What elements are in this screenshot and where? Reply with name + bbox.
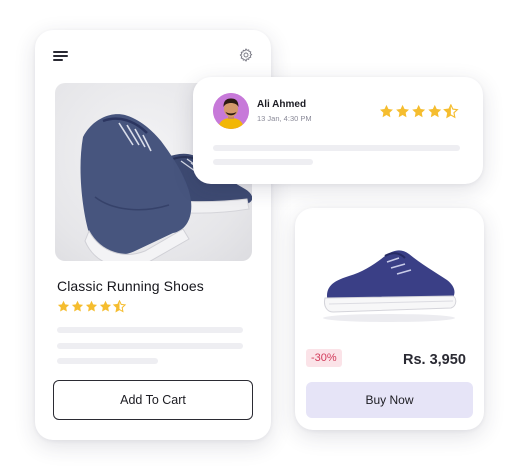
star-half-icon [443,103,459,119]
sneaker-illustration [323,250,457,322]
hamburger-menu-icon[interactable] [53,50,69,62]
avatar-illustration [213,93,249,129]
star-icon [99,300,112,312]
price: Rs. 3,950 [403,352,466,368]
product-rating [57,299,127,318]
review-card: Ali Ahmed 13 Jan, 4:30 PM [193,77,483,184]
add-to-cart-button[interactable]: Add To Cart [53,380,253,420]
star-icon [85,300,98,312]
offer-product-image[interactable] [315,236,467,324]
avatar [213,93,249,129]
gear-icon[interactable] [238,47,254,63]
star-half-icon [112,299,127,313]
product-title: Classic Running Shoes [57,278,204,294]
review-placeholder-line [213,159,313,165]
star-icon [71,300,84,312]
star-icon [396,104,410,118]
review-placeholder-line [213,145,460,151]
discount-badge: -30% [306,349,342,367]
star-icon [412,104,426,118]
reviewer-name: Ali Ahmed [257,99,307,110]
buy-now-button[interactable]: Buy Now [306,382,473,418]
description-placeholder-line [57,343,243,349]
rating-stars [57,299,127,313]
rating-stars [380,103,459,119]
star-icon [380,104,393,118]
offer-card: -30% Rs. 3,950 Buy Now [295,208,484,430]
review-rating [379,103,463,124]
review-date: 13 Jan, 4:30 PM [257,114,312,123]
star-icon [57,300,70,312]
description-placeholder-line [57,358,158,364]
description-placeholder-line [57,327,243,333]
star-icon [428,104,442,118]
